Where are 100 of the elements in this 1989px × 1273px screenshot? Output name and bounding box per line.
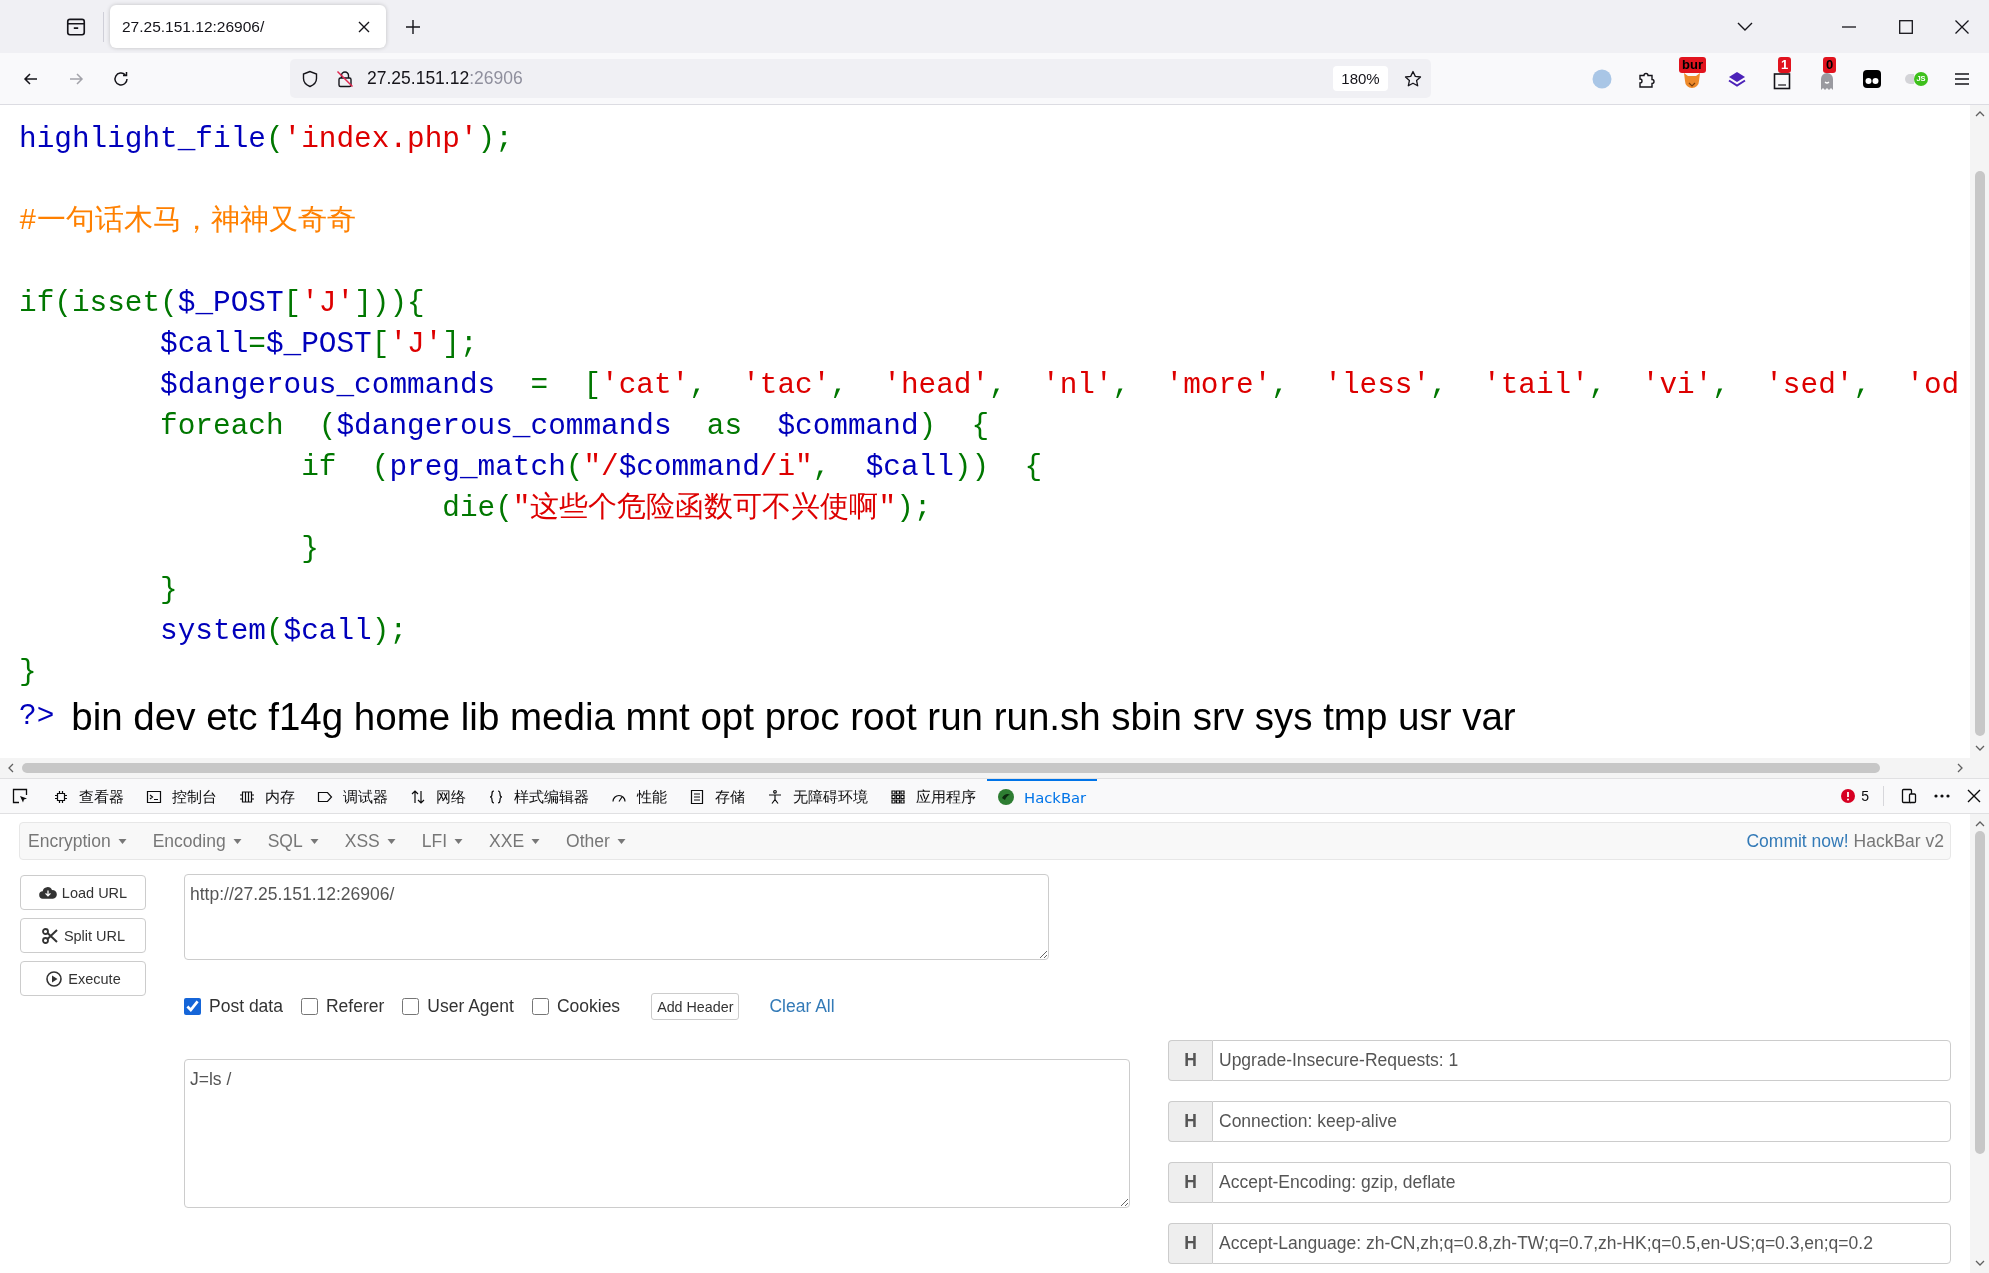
caret-icon [531, 838, 541, 844]
plus-icon[interactable] [405, 18, 421, 35]
caret-icon [117, 838, 127, 844]
archive-box-icon[interactable] [65, 15, 87, 38]
toggle-icon[interactable] [1905, 73, 1914, 84]
person-icon [767, 789, 783, 805]
commit-link[interactable]: Commit now! [1746, 830, 1849, 852]
scrollbar[interactable] [1970, 105, 1989, 758]
devtools-tab[interactable]: HackBar [987, 779, 1098, 813]
caret-icon [309, 838, 319, 844]
up-down-arrows-icon [410, 789, 426, 805]
scrollbar-thumb[interactable] [1974, 831, 1985, 1154]
chip-icon [53, 789, 69, 805]
scroll-up-icon[interactable] [1974, 111, 1985, 117]
menu-button[interactable]: Other [566, 830, 626, 852]
menu-button[interactable]: XSS [344, 830, 396, 852]
action-button[interactable]: Load URL [20, 875, 146, 910]
grid-icon [890, 789, 906, 805]
maximize-icon[interactable] [1899, 19, 1913, 34]
devtools-tab[interactable]: 存储 [678, 779, 756, 813]
devtools-tab[interactable]: 内存 [228, 779, 306, 813]
lock-crossed-icon[interactable] [336, 69, 354, 88]
code-line: if (preg_match("/$command/i", $call)) { [300, 449, 1042, 486]
extension-badge: 0 [1823, 57, 1837, 73]
error-count[interactable]: 5 [1861, 788, 1869, 804]
reload-icon[interactable] [112, 69, 130, 88]
header-field[interactable]: Upgrade-Insecure-Requests: 1 [1212, 1040, 1951, 1081]
scroll-left-icon[interactable] [8, 763, 14, 773]
header-field[interactable]: Accept-Language: zh-CN,zh;q=0.8,zh-TW;q=0.7,zh-HK;q=0.5,en-US;q=0.3,en;q=0.2 [1212, 1223, 1951, 1264]
code-line: if(isset($_POST['J'])){ [19, 285, 425, 322]
extension-badge: bur [1679, 57, 1706, 73]
scrollbar-thumb[interactable] [1974, 171, 1985, 736]
checkbox[interactable] [184, 998, 201, 1015]
checkbox[interactable] [531, 998, 549, 1015]
close-icon[interactable] [357, 19, 371, 34]
devtools-tab[interactable]: 样式编辑器 [477, 779, 600, 813]
scroll-down-icon[interactable] [1974, 1260, 1985, 1266]
code-line: $dangerous_commands = ['cat', 'tac', 'head', 'nl', 'more', 'less', 'tail', 'vi', 'sed', 'od [159, 367, 1960, 404]
checkbox[interactable] [300, 998, 318, 1015]
devtools-tab[interactable]: 应用程序 [879, 779, 987, 813]
header-tag: H [1168, 1040, 1212, 1081]
devtools-tab[interactable]: 调试器 [306, 779, 399, 813]
browser-tab[interactable]: 27.25.151.12:26906/ [110, 5, 386, 48]
address-bar[interactable]: 27.25.151.12:26906 180% [290, 59, 1431, 98]
header-field[interactable]: Accept-Encoding: gzip, deflate [1212, 1162, 1951, 1203]
zoom-level-button[interactable]: 180% [1333, 66, 1388, 91]
devtools-tab[interactable]: 查看器 [42, 779, 135, 813]
scroll-right-icon[interactable] [1957, 763, 1963, 773]
checkbox-label[interactable]: Cookies [556, 996, 621, 1017]
version-label: HackBar v2 [1853, 830, 1944, 852]
close-icon[interactable] [1955, 19, 1969, 34]
action-button[interactable]: Execute [20, 961, 146, 996]
checkbox-label[interactable]: User Agent [427, 996, 514, 1017]
fox-head-icon[interactable] [1682, 73, 1701, 90]
minimize-icon[interactable] [1842, 25, 1856, 28]
menu-button[interactable]: Encryption [28, 830, 127, 852]
devices-icon[interactable] [1901, 788, 1917, 804]
list-box-icon [689, 789, 705, 805]
shield-icon[interactable] [301, 69, 319, 88]
devtools-tab[interactable]: 控制台 [135, 779, 228, 813]
close-icon[interactable] [1967, 789, 1981, 803]
caret-icon [386, 838, 396, 844]
scissors-icon [40, 927, 59, 944]
checkbox[interactable] [402, 998, 420, 1015]
menu-button[interactable]: LFI [421, 830, 464, 852]
menu-button[interactable]: XXE [489, 830, 541, 852]
more-icon[interactable] [1934, 794, 1950, 798]
code-line: die("这些个危险函数可不兴使啊"); [441, 490, 932, 527]
frame-icon[interactable] [1772, 73, 1791, 90]
post-data-field[interactable]: J=ls / [184, 1059, 1130, 1208]
command-output: bin dev etc f14g home lib media mnt opt proc root run run.sh sbin srv sys tmp usr var [71, 693, 1516, 740]
scroll-down-icon[interactable] [1974, 745, 1985, 751]
action-button[interactable]: Split URL [20, 918, 146, 953]
terminal-icon [146, 789, 162, 805]
scrollbar-thumb[interactable] [22, 763, 1880, 773]
circle-logo-icon [998, 789, 1014, 805]
scrollbar[interactable] [0, 758, 1989, 778]
error-icon[interactable] [1841, 789, 1856, 803]
chevron-down-icon[interactable] [1737, 21, 1753, 32]
extension-badge: 1 [1778, 57, 1792, 73]
cloud-download-icon [38, 884, 57, 901]
two-dots-icon[interactable] [1861, 68, 1882, 89]
devtools-tab[interactable]: 性能 [600, 779, 678, 813]
header-field[interactable]: Connection: keep-alive [1212, 1101, 1951, 1142]
add-header-button[interactable]: Add Header [651, 993, 740, 1020]
code-line: #一句话木马，神神又奇奇 [19, 203, 356, 240]
checkbox-label[interactable]: Post data [209, 996, 283, 1017]
pick-element-icon[interactable] [12, 788, 28, 804]
checkbox-label[interactable]: Referer [325, 996, 385, 1017]
devtools-tab[interactable]: 无障碍环境 [756, 779, 879, 813]
scrollbar[interactable] [1970, 814, 1989, 1273]
devtools-tab[interactable]: 网络 [399, 779, 477, 813]
code-line: } [300, 531, 319, 568]
star-icon[interactable] [1404, 69, 1422, 88]
menu-button[interactable]: SQL [267, 830, 319, 852]
clear-all-link[interactable]: Clear All [769, 996, 835, 1017]
scroll-up-icon[interactable] [1974, 821, 1985, 827]
code-line: ?> [19, 698, 55, 735]
url-field[interactable]: http://27.25.151.12:26906/ [184, 874, 1049, 960]
menu-button[interactable]: Encoding [152, 830, 242, 852]
